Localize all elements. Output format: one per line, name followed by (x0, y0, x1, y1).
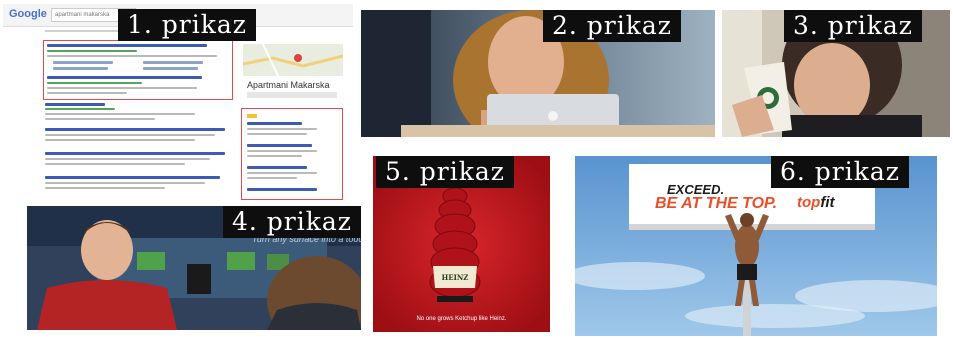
ad-result-box-top (43, 40, 233, 100)
panel-label-3: 3. prikaz (784, 10, 922, 42)
panel-ketchup-ad: HEINZ No one grows Ketchup like Heinz. 5… (373, 156, 550, 332)
topfit-logo-fit: fit (820, 194, 835, 211)
panel-starbucks-woman: 3. prikaz (722, 10, 950, 137)
map-title: Apartmani Makarska (247, 80, 330, 90)
topfit-logo: topfit (797, 194, 835, 211)
map-buttons (247, 92, 337, 98)
svg-text:HEINZ: HEINZ (442, 273, 469, 282)
panel-label-4: 4. prikaz (223, 206, 361, 238)
panel-tv-scene: Turn any surface into a touchscreen 4. p… (27, 206, 361, 330)
panel-topfit-billboard: EXCEED. BE AT THE TOP. topfit 6. prikaz (575, 156, 937, 336)
panel-label-6: 6. prikaz (771, 156, 909, 188)
panel-label-5: 5. prikaz (376, 156, 514, 188)
billboard-line2: BE AT THE TOP. (655, 195, 778, 212)
map-thumbnail[interactable] (243, 44, 343, 76)
panel-label-1: 1. prikaz (118, 9, 256, 41)
panel-laptop-woman: 2. prikaz (361, 10, 715, 137)
panel-label-2: 2. prikaz (543, 10, 681, 42)
panel-google-search: Google apartmani makarska Apartmani Maka… (3, 4, 353, 200)
google-logo: Google (9, 8, 47, 20)
topfit-logo-top: top (797, 194, 821, 211)
ketchup-tagline: No one grows Ketchup like Heinz. (416, 316, 507, 322)
